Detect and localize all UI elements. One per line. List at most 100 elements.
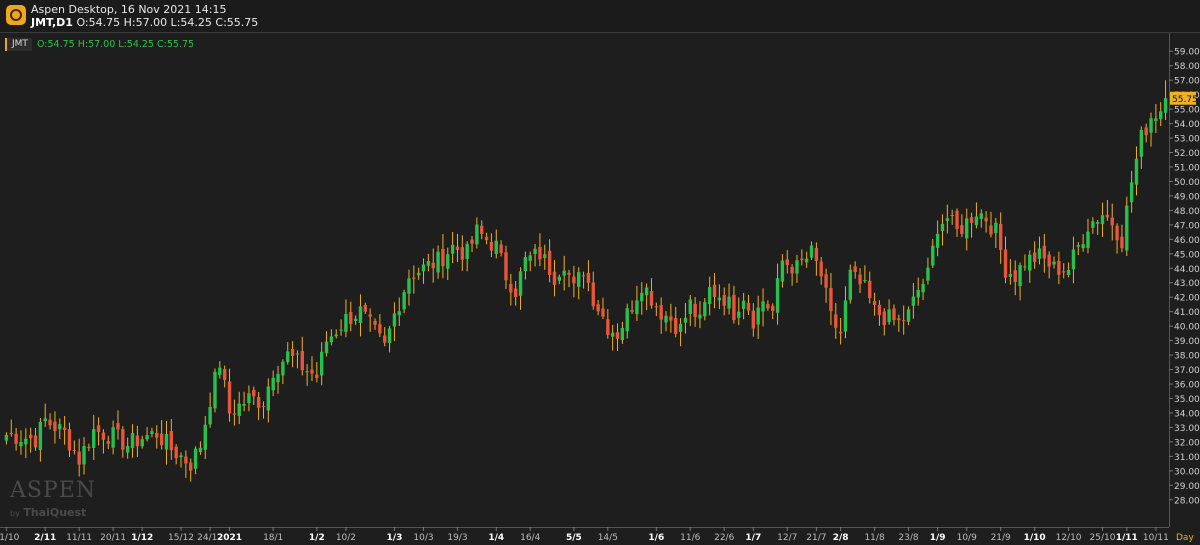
- candle-body: [504, 252, 508, 281]
- candle-body: [130, 433, 135, 449]
- candle-body: [635, 300, 639, 315]
- candle: [470, 235, 474, 253]
- candle-body: [795, 260, 799, 274]
- candle-body: [892, 308, 896, 320]
- candle: [737, 297, 741, 326]
- candle-body: [552, 271, 557, 285]
- candle-body: [848, 269, 853, 301]
- candle: [14, 428, 18, 451]
- candle-body: [159, 433, 164, 446]
- candle-body: [761, 301, 765, 312]
- candle: [596, 299, 600, 316]
- candle-body: [1091, 221, 1095, 228]
- x-tick-label: 15/12: [168, 533, 194, 543]
- candle-body: [513, 288, 518, 297]
- candle-body: [324, 341, 329, 354]
- x-tick-label: 12/7: [777, 533, 797, 543]
- candle: [349, 301, 353, 332]
- candle-body: [935, 233, 940, 248]
- thaiquest-watermark: by ThaiQuest: [10, 506, 86, 519]
- candle: [1120, 224, 1124, 253]
- candle-body: [494, 240, 498, 254]
- candle: [635, 285, 639, 321]
- candle-body: [232, 413, 237, 415]
- candle-body: [960, 225, 964, 235]
- candle: [1105, 200, 1110, 221]
- candle-body: [368, 314, 372, 317]
- candle: [931, 238, 935, 268]
- x-tick-label: 2/11: [34, 533, 56, 543]
- y-tick-label: 57.00: [1174, 77, 1200, 87]
- candle: [678, 318, 683, 347]
- candle-body: [87, 446, 91, 448]
- candle-body: [140, 439, 144, 447]
- candle: [1144, 123, 1148, 143]
- candle-body: [707, 287, 712, 304]
- candle: [329, 329, 334, 346]
- candle-body: [1018, 265, 1022, 286]
- y-tick-label: 41.00: [1174, 308, 1200, 318]
- x-tick-label: 25/10: [1090, 533, 1116, 543]
- x-tick-label: 20/11: [100, 533, 126, 543]
- y-tick-label: 48.00: [1174, 207, 1200, 217]
- candle-body: [756, 307, 760, 325]
- candle-body: [1037, 248, 1042, 259]
- candle: [305, 364, 309, 386]
- candle-body: [610, 332, 615, 337]
- candle: [547, 239, 552, 283]
- candle: [271, 370, 275, 397]
- candle-body: [1115, 225, 1119, 241]
- y-tick-label: 29.00: [1174, 482, 1200, 492]
- x-tick-label: 23/8: [898, 533, 918, 543]
- candle: [455, 233, 460, 263]
- candle-body: [465, 243, 469, 259]
- candle-body: [1086, 231, 1090, 248]
- candle: [722, 287, 726, 316]
- candle-body: [567, 272, 571, 275]
- candle: [926, 257, 930, 285]
- candle-body: [426, 261, 431, 266]
- x-tick-label: 10/11: [1143, 533, 1169, 543]
- candle: [712, 273, 717, 309]
- candle: [887, 299, 891, 325]
- y-tick-label: 28.00: [1174, 496, 1200, 506]
- candle: [1008, 259, 1013, 285]
- candle-body: [290, 348, 295, 356]
- y-tick-label: 31.00: [1174, 453, 1200, 463]
- candle: [892, 304, 896, 326]
- candle-body: [1076, 245, 1080, 247]
- candle-body: [1052, 261, 1056, 265]
- candle-body: [998, 223, 1003, 250]
- candle-body: [271, 377, 275, 391]
- candle: [319, 342, 324, 386]
- candle-body: [1139, 129, 1144, 157]
- candle: [193, 446, 198, 475]
- candle: [543, 244, 547, 270]
- candle: [24, 428, 28, 459]
- candle-body: [989, 225, 993, 235]
- candle: [1047, 251, 1051, 279]
- candle: [276, 365, 280, 394]
- candle: [189, 458, 193, 482]
- candle: [761, 288, 765, 327]
- candle: [87, 443, 91, 452]
- candle: [339, 319, 343, 336]
- candle-body: [829, 287, 833, 312]
- watermark-brand: ThaiQuest: [23, 506, 87, 519]
- candle-body: [53, 421, 57, 432]
- candle: [334, 329, 338, 339]
- candle: [610, 324, 615, 351]
- candle: [436, 245, 440, 279]
- candle-body: [125, 445, 130, 453]
- symbol-tag[interactable]: JMT: [5, 38, 32, 51]
- candlestick-chart[interactable]: 28.00 29.00 30.00 31.00 32.00 33.00 34.00 35.00…: [0, 0, 1200, 544]
- candle-body: [746, 302, 751, 311]
- x-tick-label: 10/3: [413, 533, 433, 543]
- candle-body: [994, 222, 998, 234]
- candle: [838, 317, 843, 345]
- candle: [882, 308, 886, 336]
- candle: [1013, 260, 1017, 296]
- y-tick-label: 51.00: [1174, 163, 1200, 173]
- candle: [814, 242, 819, 276]
- candle-body: [741, 300, 746, 309]
